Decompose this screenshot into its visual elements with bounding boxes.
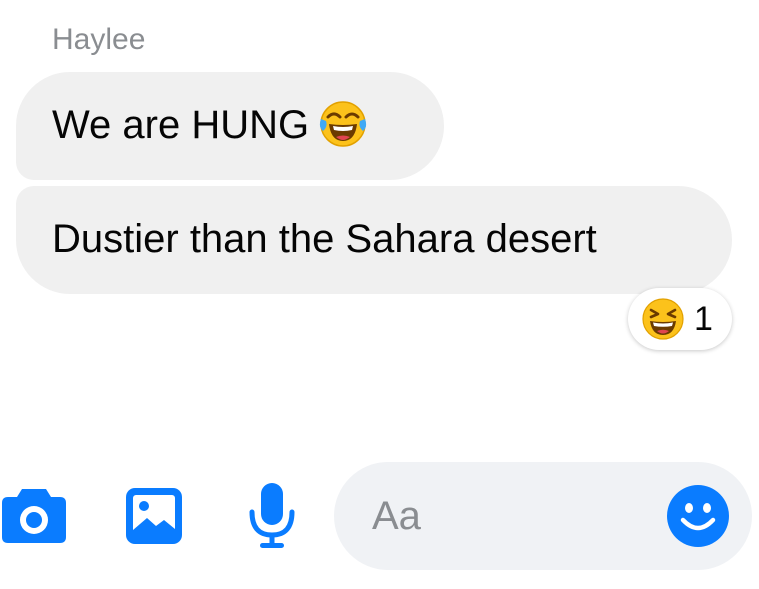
microphone-icon[interactable]	[246, 481, 298, 551]
message-bubble-1[interactable]: We are HUNG	[16, 72, 444, 180]
message-input-placeholder: Aa	[372, 494, 421, 538]
emoji-smiley-icon[interactable]	[666, 484, 730, 548]
message-text-2: Dustier than the Sahara desert	[52, 217, 597, 261]
reaction-count: 1	[694, 300, 713, 338]
face-with-tears-of-joy-icon	[319, 101, 367, 148]
camera-icon[interactable]	[0, 485, 68, 547]
sender-name: Haylee	[52, 23, 146, 56]
message-input[interactable]: Aa	[334, 462, 752, 570]
reaction-pill[interactable]: 1	[628, 288, 732, 350]
message-text-1: We are HUNG	[52, 103, 310, 147]
gallery-icon[interactable]	[124, 486, 184, 546]
message-bubble-2[interactable]: Dustier than the Sahara desert	[16, 186, 732, 294]
grinning-squinting-face-icon	[642, 298, 684, 340]
